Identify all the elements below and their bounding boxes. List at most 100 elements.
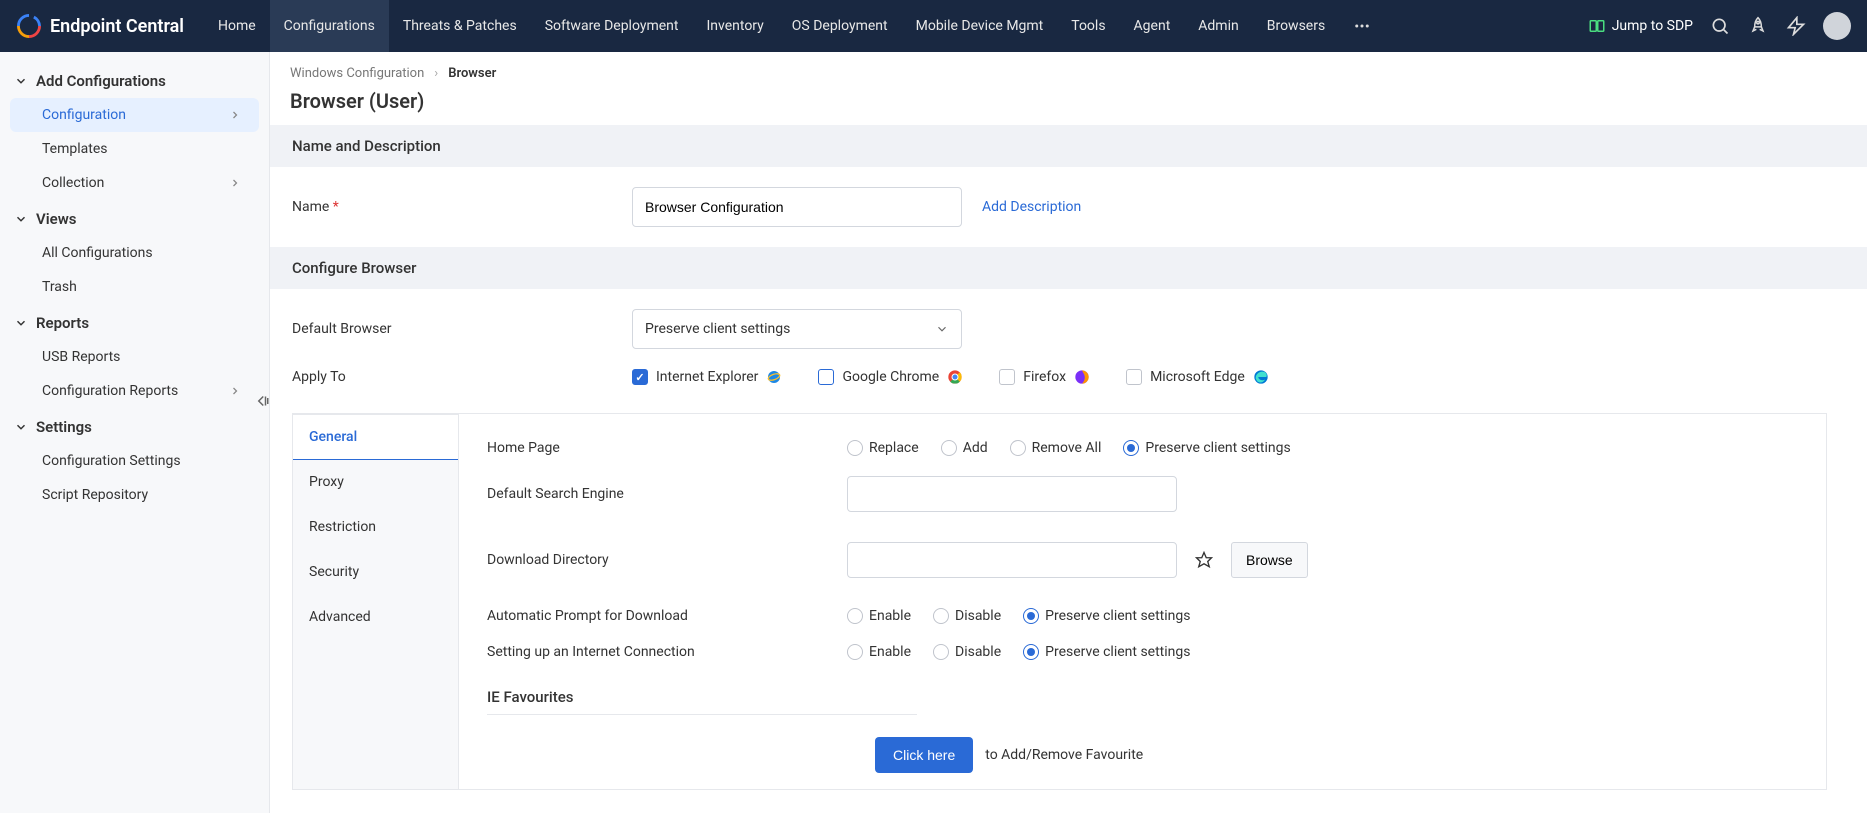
sidebar-section-label: Add Configurations <box>36 72 166 90</box>
logo-icon <box>16 13 42 39</box>
radio-label: Enable <box>869 608 911 624</box>
sidebar-section-settings[interactable]: Settings <box>0 408 269 444</box>
search-icon[interactable] <box>1709 15 1731 37</box>
sidebar-item-label: Script Repository <box>42 487 148 503</box>
chevron-right-icon <box>229 385 241 397</box>
vtab-advanced[interactable]: Advanced <box>293 595 458 640</box>
apd-preserve[interactable]: Preserve client settings <box>1023 608 1190 624</box>
nav-browsers[interactable]: Browsers <box>1253 0 1339 52</box>
browse-button[interactable]: Browse <box>1231 542 1308 578</box>
radio-label: Enable <box>869 644 911 660</box>
vtab-proxy[interactable]: Proxy <box>293 460 458 505</box>
apd-enable[interactable]: Enable <box>847 608 911 624</box>
click-here-button[interactable]: Click here <box>875 737 973 773</box>
home-page-add[interactable]: Add <box>941 440 988 456</box>
radio-unchecked <box>933 608 949 624</box>
lightning-icon[interactable] <box>1785 15 1807 37</box>
section-configure-browser: Configure Browser <box>270 247 1867 289</box>
apply-to-ie-label: Internet Explorer <box>656 369 758 385</box>
sidebar-section-label: Settings <box>36 418 92 436</box>
checkbox-unchecked <box>1126 369 1142 385</box>
sidebar-item-configuration-reports[interactable]: Configuration Reports <box>10 374 259 408</box>
nav-threats-patches[interactable]: Threats & Patches <box>389 0 531 52</box>
sidebar-item-label: Collection <box>42 175 104 191</box>
breadcrumb: Windows Configuration › Browser <box>270 52 1867 87</box>
vtab-security[interactable]: Security <box>293 550 458 595</box>
home-page-replace[interactable]: Replace <box>847 440 919 456</box>
internet-connection-label: Setting up an Internet Connection <box>487 644 847 660</box>
nav-tools[interactable]: Tools <box>1057 0 1119 52</box>
sic-preserve[interactable]: Preserve client settings <box>1023 644 1190 660</box>
breadcrumb-item[interactable]: Windows Configuration <box>290 66 424 81</box>
sidebar-item-usb-reports[interactable]: USB Reports <box>10 340 259 374</box>
radio-unchecked <box>847 440 863 456</box>
sidebar-item-script-repository[interactable]: Script Repository <box>10 478 259 512</box>
sic-disable[interactable]: Disable <box>933 644 1001 660</box>
nav-more[interactable] <box>1339 0 1385 52</box>
vtab-restriction[interactable]: Restriction <box>293 505 458 550</box>
radio-label: Replace <box>869 440 919 456</box>
sidebar-item-label: Configuration <box>42 107 126 123</box>
avatar[interactable] <box>1823 12 1851 40</box>
apply-to-firefox[interactable]: Firefox <box>999 369 1090 385</box>
more-icon <box>1353 17 1371 35</box>
default-browser-label: Default Browser <box>292 321 632 337</box>
nav-home[interactable]: Home <box>204 0 270 52</box>
sidebar: Add Configurations Configuration Templat… <box>0 52 270 813</box>
apply-to-chrome-label: Google Chrome <box>842 369 939 385</box>
sidebar-section-reports[interactable]: Reports <box>0 304 269 340</box>
ie-favourites-title: IE Favourites <box>487 688 917 715</box>
radio-label: Preserve client settings <box>1145 440 1290 456</box>
apply-to-edge-label: Microsoft Edge <box>1150 369 1245 385</box>
nav-configurations[interactable]: Configurations <box>270 0 389 52</box>
nav-software-deployment[interactable]: Software Deployment <box>531 0 693 52</box>
sidebar-section-views[interactable]: Views <box>0 200 269 236</box>
vtab-general[interactable]: General <box>293 414 458 460</box>
nav-mdm[interactable]: Mobile Device Mgmt <box>902 0 1058 52</box>
apply-to-chrome[interactable]: Google Chrome <box>818 369 963 385</box>
star-icon <box>1195 551 1213 569</box>
nav-agent[interactable]: Agent <box>1120 0 1185 52</box>
sidebar-section-add-configurations[interactable]: Add Configurations <box>0 62 269 98</box>
sidebar-item-trash[interactable]: Trash <box>10 270 259 304</box>
sidebar-item-label: USB Reports <box>42 349 120 365</box>
sidebar-item-collection[interactable]: Collection <box>10 166 259 200</box>
nav-admin[interactable]: Admin <box>1184 0 1252 52</box>
default-browser-select[interactable]: Preserve client settings <box>632 309 962 349</box>
radio-unchecked <box>941 440 957 456</box>
sidebar-item-configuration-settings[interactable]: Configuration Settings <box>10 444 259 478</box>
rocket-icon[interactable] <box>1747 15 1769 37</box>
page-title: Browser (User) <box>270 87 1867 125</box>
favorite-path-button[interactable] <box>1187 542 1221 578</box>
download-directory-input[interactable] <box>847 542 1177 578</box>
radio-unchecked <box>1010 440 1026 456</box>
chevron-right-icon <box>229 177 241 189</box>
home-page-preserve[interactable]: Preserve client settings <box>1123 440 1290 456</box>
product-logo[interactable]: Endpoint Central <box>16 13 184 39</box>
sic-enable[interactable]: Enable <box>847 644 911 660</box>
radio-label: Disable <box>955 608 1001 624</box>
product-name: Endpoint Central <box>50 16 184 37</box>
sidebar-item-configuration[interactable]: Configuration <box>10 98 259 132</box>
content: Windows Configuration › Browser Browser … <box>270 52 1867 813</box>
sidebar-section-label: Reports <box>36 314 89 332</box>
add-description-link[interactable]: Add Description <box>982 199 1081 215</box>
jump-to-sdp[interactable]: Jump to SDP <box>1588 17 1693 35</box>
favourite-text: to Add/Remove Favourite <box>985 747 1143 763</box>
apply-to-ie[interactable]: Internet Explorer <box>632 369 782 385</box>
sidebar-item-all-configurations[interactable]: All Configurations <box>10 236 259 270</box>
home-page-removeall[interactable]: Remove All <box>1010 440 1102 456</box>
radio-checked <box>1023 608 1039 624</box>
nav-os-deployment[interactable]: OS Deployment <box>778 0 902 52</box>
breadcrumb-sep: › <box>434 66 438 81</box>
nav-inventory[interactable]: Inventory <box>692 0 777 52</box>
sidebar-collapse-handle[interactable] <box>252 392 270 410</box>
name-input[interactable] <box>632 187 962 227</box>
apd-disable[interactable]: Disable <box>933 608 1001 624</box>
download-directory-label: Download Directory <box>487 552 847 568</box>
checkbox-unchecked <box>818 369 834 385</box>
chevron-down-icon <box>14 316 28 330</box>
default-search-engine-input[interactable] <box>847 476 1177 512</box>
sidebar-item-templates[interactable]: Templates <box>10 132 259 166</box>
apply-to-edge[interactable]: Microsoft Edge <box>1126 369 1269 385</box>
